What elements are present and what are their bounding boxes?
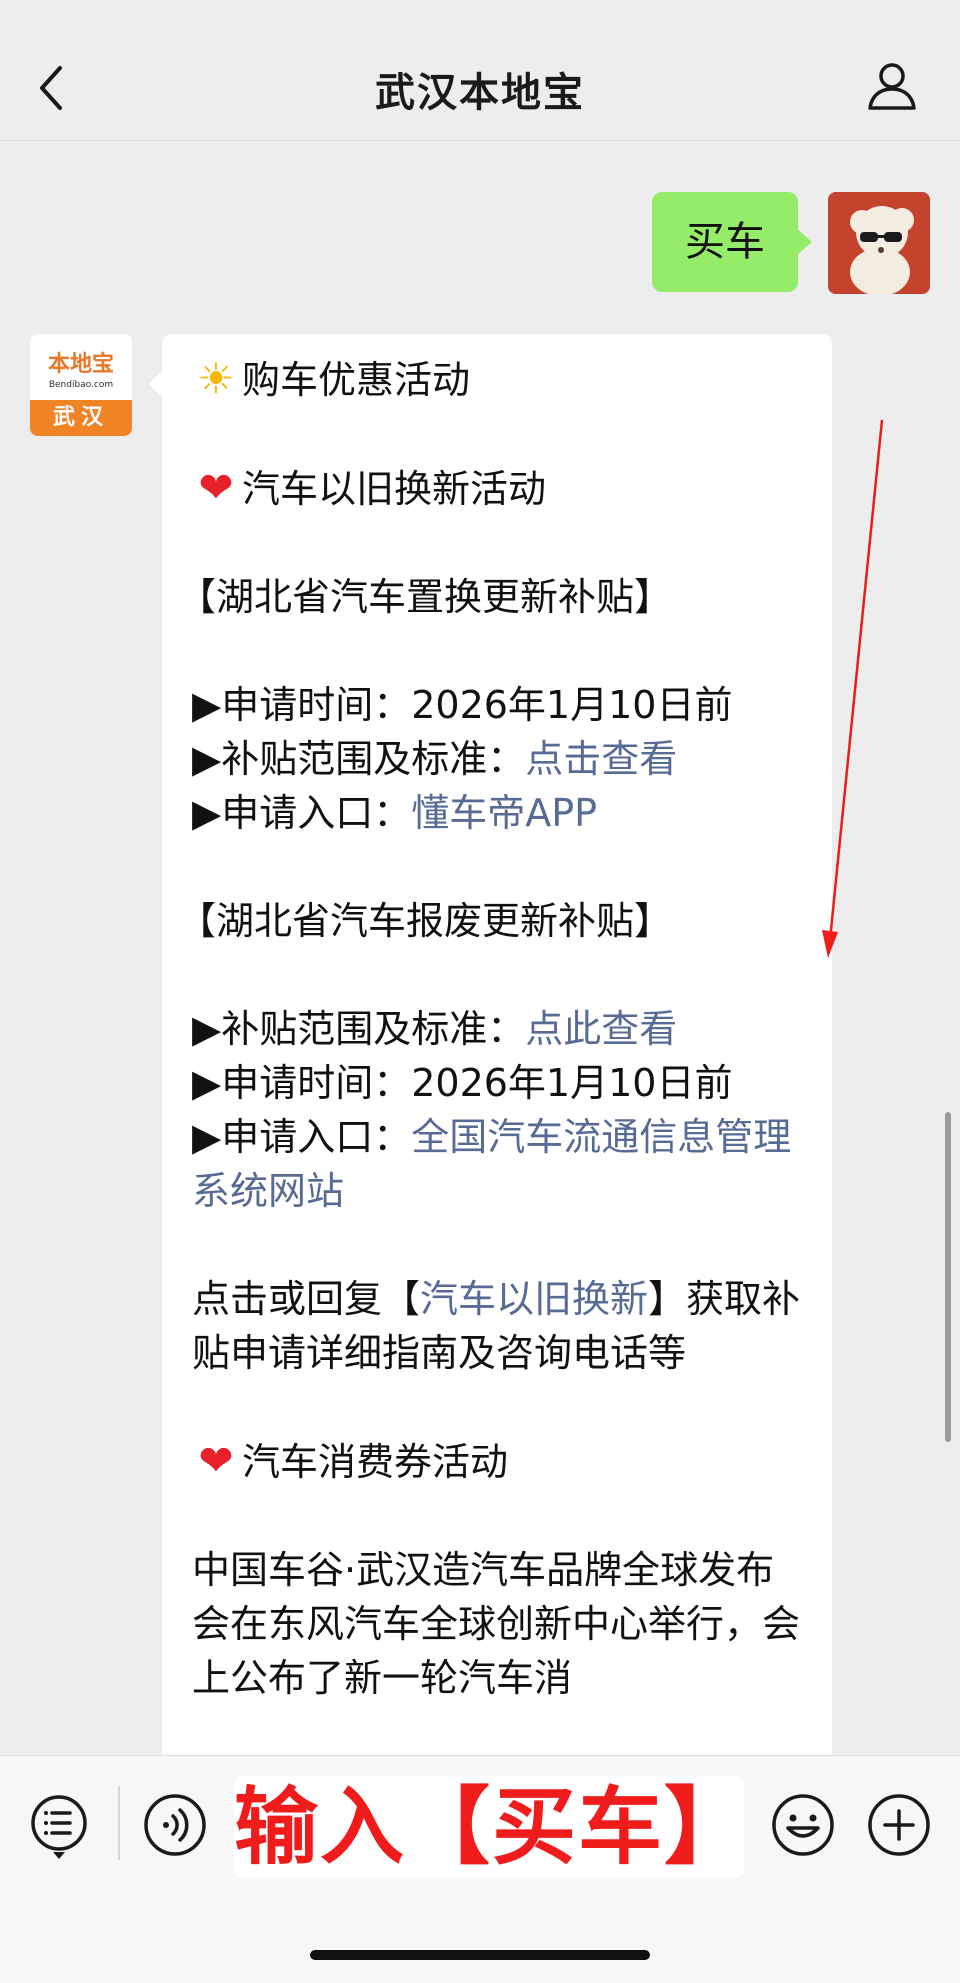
avatar-logo: 本地宝 Bendibao.com [30,334,132,400]
apply-entry: ▶申请入口：全国汽车流通信息管理系统网站 [192,1115,792,1213]
heart-icon: ❤ [198,1436,234,1485]
user-message-text: 买车 [685,219,765,265]
bottom-input-bar: 输入【买车】 [0,1755,960,1983]
divider [118,1786,120,1860]
message-heading: ☀ 购车优惠活动 [192,352,808,407]
section-paragraph: 中国车谷·武汉造汽车品牌全球发布会在东风汽车全球创新中心举行，会上公布了新一轮汽… [192,1548,801,1700]
subsidy-title: 【湖北省汽车报废更新补贴】 [178,899,673,943]
home-indicator[interactable] [310,1950,650,1960]
subsidy-title: 【湖北省汽车置换更新补贴】 [178,575,673,619]
reply-hint: 点击或回复【汽车以旧换新】获取补贴申请详细指南及咨询电话等 [192,1277,801,1375]
emoji-icon[interactable] [770,1792,836,1858]
avatar-city-label: 武汉 [30,400,132,436]
scrollbar[interactable] [945,1112,951,1442]
view-here-link[interactable]: 点此查看 [525,1007,677,1051]
dongchedi-app-link[interactable]: 懂车帝APP [411,791,597,835]
section-title: ❤ 汽车消费券活动 [192,1434,808,1489]
view-details-link[interactable]: 点击查看 [525,737,677,781]
heart-icon: ❤ [198,463,234,512]
apply-entry: ▶申请入口：懂车帝APP [192,791,598,835]
menu-list-icon[interactable] [28,1792,90,1862]
official-account-avatar[interactable]: 本地宝 Bendibao.com 武汉 [30,334,132,436]
apply-time: ▶申请时间：2026年1月10日前 [192,1061,733,1105]
subsidy-scope: ▶补贴范围及标准：点此查看 [192,1007,678,1051]
message-input[interactable]: 输入【买车】 [234,1776,744,1878]
subsidy-scope: ▶补贴范围及标准：点击查看 [192,737,678,781]
sun-icon: ☀ [197,354,235,403]
voice-icon[interactable] [142,1792,208,1858]
plus-icon[interactable] [866,1792,932,1858]
chat-title: 武汉本地宝 [375,70,585,116]
bot-message-bubble: ☀ 购车优惠活动 ❤ 汽车以旧换新活动 【湖北省汽车置换更新补贴】 ▶申请时间：20… [148,334,832,1894]
section-title: ❤ 汽车以旧换新活动 [192,461,808,516]
annotation-arrow [822,419,884,958]
user-avatar[interactable] [828,192,930,294]
bot-message-content: ☀ 购车优惠活动 ❤ 汽车以旧换新活动 【湖北省汽车置换更新补贴】 ▶申请时间：20… [178,352,808,1705]
user-message-bubble[interactable]: 买车 [652,192,812,292]
profile-icon[interactable] [864,58,920,114]
input-annotation-text: 输入【买车】 [234,1778,744,1876]
top-nav-bar: 武汉本地宝 [0,0,960,141]
apply-time: ▶申请时间：2026年1月10日前 [192,683,733,727]
trade-in-keyword-link[interactable]: 汽车以旧换新 [420,1277,648,1321]
